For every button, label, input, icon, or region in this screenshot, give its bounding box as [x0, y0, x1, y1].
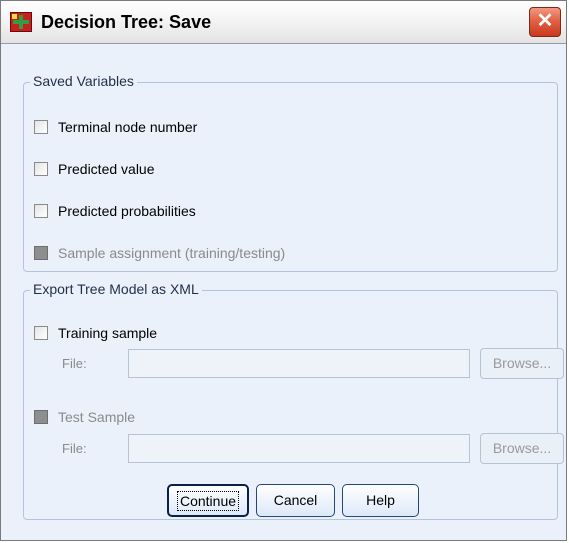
checkbox-label: Training sample	[58, 325, 158, 341]
test-sample-checkbox[interactable]: Test Sample	[34, 406, 135, 428]
checkbox-label: Predicted value	[58, 161, 155, 177]
predicted-value-checkbox[interactable]: Predicted value	[34, 158, 155, 180]
window-title: Decision Tree: Save	[41, 12, 212, 32]
checkbox-box[interactable]	[34, 246, 48, 260]
help-button[interactable]: Help	[342, 484, 419, 517]
test-browse-button[interactable]: Browse...	[480, 433, 564, 464]
checkbox-box[interactable]	[34, 162, 48, 176]
predicted-probabilities-checkbox[interactable]: Predicted probabilities	[34, 200, 196, 222]
checkbox-label: Predicted probabilities	[58, 203, 196, 219]
dialog-window: Decision Tree: Save ✕ Saved Variables Te…	[0, 0, 567, 541]
checkbox-box[interactable]	[34, 410, 48, 424]
training-file-input[interactable]	[128, 349, 470, 378]
checkbox-box[interactable]	[34, 326, 48, 340]
export-xml-legend: Export Tree Model as XML	[30, 281, 202, 297]
test-file-input[interactable]	[128, 434, 470, 463]
saved-variables-legend: Saved Variables	[30, 73, 137, 89]
sample-assignment-checkbox[interactable]: Sample assignment (training/testing)	[34, 242, 285, 264]
close-icon[interactable]: ✕	[529, 7, 561, 37]
checkbox-label: Test Sample	[58, 409, 136, 425]
cancel-button[interactable]: Cancel	[256, 484, 335, 517]
title-bar[interactable]: Decision Tree: Save ✕	[1, 1, 566, 44]
continue-button[interactable]: Continue	[167, 484, 249, 517]
checkbox-label: Terminal node number	[58, 119, 198, 135]
training-browse-button[interactable]: Browse...	[480, 348, 564, 379]
decision-tree-app-icon	[10, 12, 32, 32]
dialog-body: Saved Variables Terminal node number Pre…	[1, 44, 566, 540]
checkbox-label: Sample assignment (training/testing)	[58, 245, 286, 261]
checkbox-box[interactable]	[34, 204, 48, 218]
test-file-label: File:	[62, 441, 87, 456]
saved-variables-group: Saved Variables Terminal node number Pre…	[23, 73, 558, 272]
terminal-node-number-checkbox[interactable]: Terminal node number	[34, 116, 197, 138]
checkbox-box[interactable]	[34, 120, 48, 134]
training-sample-checkbox[interactable]: Training sample	[34, 322, 157, 344]
continue-label: Continue	[176, 491, 240, 511]
training-file-label: File:	[62, 356, 87, 371]
